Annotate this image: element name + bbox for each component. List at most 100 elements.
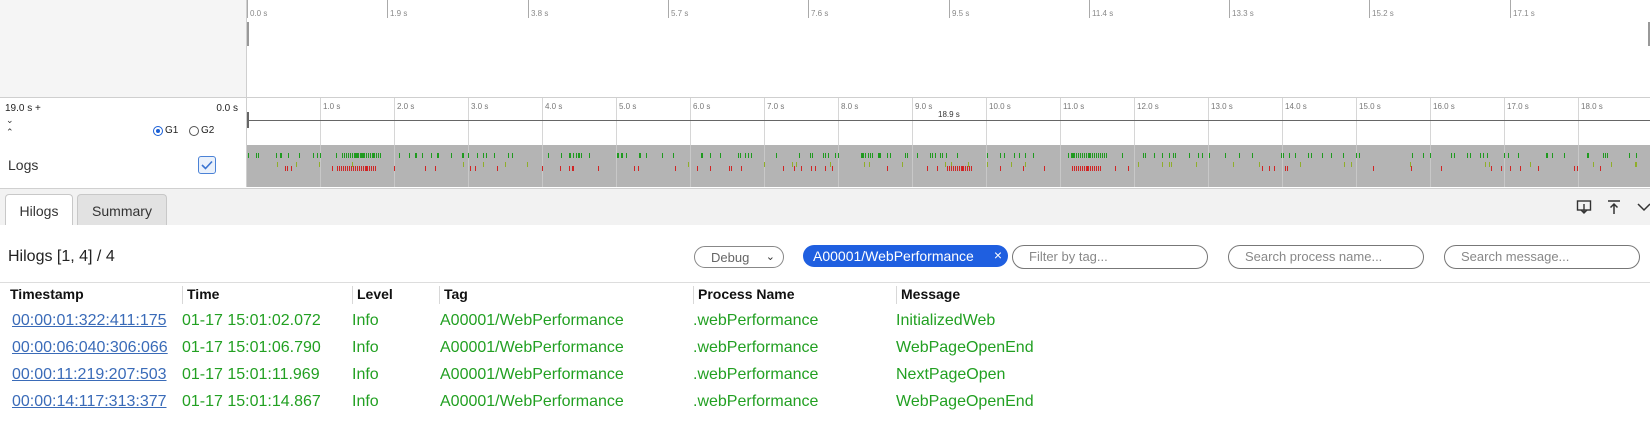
message-search-input[interactable]: Search message... bbox=[1444, 245, 1640, 269]
log-event-marker bbox=[347, 166, 348, 171]
timestamp-link[interactable]: 00:00:11:219:207:503 bbox=[12, 366, 167, 384]
timestamp-link[interactable]: 00:00:06:040:306:066 bbox=[12, 339, 168, 357]
log-event-marker bbox=[1600, 166, 1601, 171]
log-event-marker bbox=[1090, 166, 1091, 171]
time-ruler-row: 19.0 s + 0.0 s ⌄ ⌃ G1 G2 1.0 s 2.0 s 3.0 s… bbox=[0, 97, 1650, 146]
tag-filter-input[interactable]: Filter by tag... bbox=[1012, 245, 1208, 269]
lane-grid-line bbox=[1356, 145, 1357, 187]
log-event-marker bbox=[339, 166, 340, 171]
overview-tick bbox=[949, 0, 950, 18]
log-event-marker bbox=[1593, 162, 1594, 167]
ruler-tick bbox=[468, 98, 469, 145]
log-event-marker bbox=[320, 153, 321, 158]
log-event-marker bbox=[967, 166, 968, 171]
column-header-process-name[interactable]: Process Name bbox=[693, 286, 795, 304]
ruler-tick-label: 18.0 s bbox=[1581, 102, 1603, 111]
column-header-tag[interactable]: Tag bbox=[439, 286, 468, 304]
log-event-marker bbox=[477, 153, 478, 158]
log-event-marker bbox=[1175, 153, 1176, 158]
log-event-marker bbox=[573, 153, 574, 158]
log-event-marker bbox=[1269, 166, 1270, 171]
log-event-marker bbox=[1102, 153, 1103, 158]
radio-g1[interactable]: G1 bbox=[153, 125, 178, 136]
radio-g2-circle[interactable] bbox=[189, 125, 199, 136]
log-event-marker bbox=[1504, 153, 1505, 158]
log-event-marker bbox=[1082, 153, 1083, 158]
log-event-marker bbox=[701, 153, 702, 158]
timestamp-link[interactable]: 00:00:01:322:411:175 bbox=[12, 312, 167, 330]
column-header-time[interactable]: Time bbox=[182, 286, 219, 304]
log-event-marker bbox=[463, 162, 464, 167]
log-event-marker bbox=[640, 153, 641, 158]
log-event-marker bbox=[1100, 153, 1101, 158]
process-cell: .webPerformance bbox=[693, 339, 819, 356]
column-header-level[interactable]: Level bbox=[352, 286, 393, 304]
log-event-marker bbox=[317, 153, 318, 158]
level-select[interactable]: Debug ⌄ bbox=[694, 246, 784, 268]
collapse-icon[interactable] bbox=[1636, 199, 1650, 215]
log-event-marker bbox=[796, 162, 797, 167]
log-event-marker bbox=[810, 153, 811, 158]
table-row[interactable]: 00:00:14:117:313:377 01-17 15:01:14.867 … bbox=[0, 389, 1650, 416]
logs-lane-title: Logs bbox=[8, 157, 39, 173]
column-header-timestamp[interactable]: Timestamp bbox=[6, 286, 84, 304]
log-event-marker bbox=[1076, 166, 1077, 171]
log-event-marker bbox=[1169, 153, 1170, 158]
range-end-label: 0.0 s bbox=[216, 103, 238, 114]
ruler-tick bbox=[394, 98, 395, 145]
range-start-label: 19.0 s + bbox=[5, 103, 41, 114]
overview-tick-label: 3.8 s bbox=[531, 9, 549, 18]
log-event-marker bbox=[354, 153, 355, 158]
log-event-marker bbox=[887, 153, 888, 158]
tab-hilogs[interactable]: Hilogs bbox=[5, 194, 73, 226]
logs-lane-checkbox[interactable] bbox=[198, 156, 216, 174]
hilogs-count-label: Hilogs [1, 4] / 4 bbox=[8, 248, 115, 265]
ruler-timeline[interactable]: 1.0 s 2.0 s 3.0 s 4.0 s 5.0 s 6.0 s 7.0 s 8.0 s… bbox=[247, 98, 1650, 145]
log-event-marker bbox=[569, 166, 570, 171]
radio-g2[interactable]: G2 bbox=[189, 125, 214, 136]
log-event-marker bbox=[505, 162, 506, 167]
chevron-up-icon[interactable]: ⌃ bbox=[6, 128, 14, 137]
log-event-marker bbox=[1086, 153, 1087, 158]
overview-timeline[interactable]: 0.0 s 1.9 s 3.8 s 5.7 s 7.6 s 9.5 s 11.4 s 13.3… bbox=[247, 0, 1650, 97]
log-event-marker bbox=[1084, 153, 1085, 158]
log-event-marker bbox=[965, 166, 966, 171]
log-event-marker bbox=[764, 162, 765, 167]
overview-left-handle[interactable] bbox=[247, 22, 249, 46]
log-event-marker bbox=[364, 153, 365, 158]
table-row[interactable]: 00:00:06:040:306:066 01-17 15:01:06.790 … bbox=[0, 335, 1650, 362]
logs-lane-track[interactable] bbox=[247, 145, 1650, 187]
log-event-marker bbox=[1138, 162, 1139, 167]
log-event-marker bbox=[291, 166, 292, 171]
log-event-marker bbox=[1564, 153, 1565, 158]
log-event-marker bbox=[1044, 166, 1045, 171]
log-event-marker bbox=[1084, 166, 1085, 171]
ruler-tick-label: 7.0 s bbox=[767, 102, 785, 111]
timestamp-link[interactable]: 00:00:14:117:313:377 bbox=[12, 393, 167, 411]
pin-top-icon[interactable] bbox=[1606, 199, 1622, 215]
tab-summary[interactable]: Summary bbox=[77, 194, 167, 226]
column-header-message[interactable]: Message bbox=[896, 286, 960, 304]
process-search-input[interactable]: Search process name... bbox=[1228, 245, 1424, 269]
log-event-marker bbox=[1154, 153, 1155, 158]
log-event-marker bbox=[792, 162, 793, 167]
log-event-marker bbox=[1487, 153, 1488, 158]
log-event-marker bbox=[1283, 153, 1284, 158]
download-icon[interactable] bbox=[1576, 199, 1592, 215]
log-event-marker bbox=[1467, 153, 1468, 158]
lane-grid-line bbox=[838, 145, 839, 187]
radio-g1-circle[interactable] bbox=[153, 125, 163, 136]
log-event-marker bbox=[1411, 166, 1412, 171]
close-icon[interactable]: × bbox=[994, 247, 1002, 263]
log-event-marker bbox=[794, 166, 795, 171]
chevron-down-icon[interactable]: ⌄ bbox=[6, 116, 14, 125]
overview-left-panel bbox=[0, 0, 247, 97]
log-event-marker bbox=[1423, 153, 1424, 158]
log-event-marker bbox=[953, 166, 954, 171]
tag-filter-chip[interactable]: A00001/WebPerformance × bbox=[803, 245, 1008, 267]
table-row[interactable]: 00:00:01:322:411:175 01-17 15:01:02.072 … bbox=[0, 308, 1650, 335]
log-event-marker bbox=[1611, 162, 1612, 167]
level-cell: Info bbox=[352, 312, 379, 329]
table-row[interactable]: 00:00:11:219:207:503 01-17 15:01:11.969 … bbox=[0, 362, 1650, 389]
message-cell: WebPageOpenEnd bbox=[896, 393, 1034, 410]
